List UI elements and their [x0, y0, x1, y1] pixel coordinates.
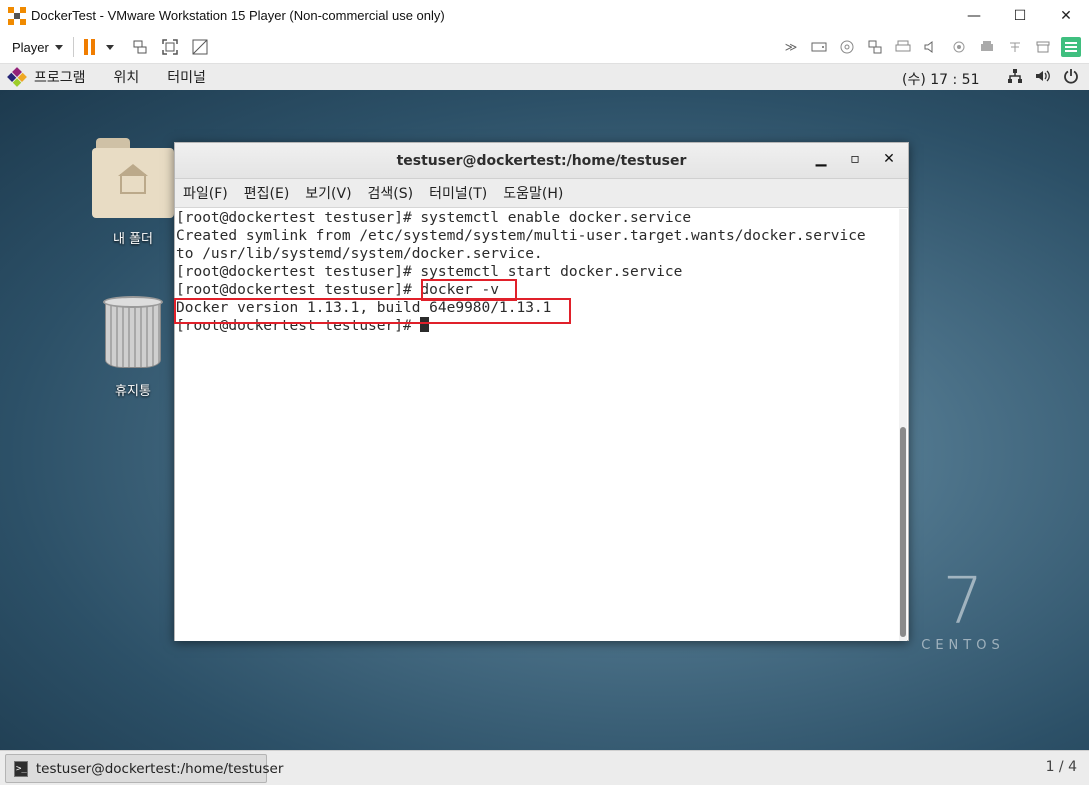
close-button[interactable]: ✕ — [1043, 0, 1089, 31]
trash-label: 휴지통 — [115, 384, 151, 399]
menu-search[interactable]: 검색(S) — [368, 183, 414, 203]
home-folder-label: 내 폴더 — [112, 232, 153, 247]
power-icon — [1063, 68, 1079, 88]
pause-dropdown-icon[interactable] — [101, 38, 119, 56]
terminal-maximize-button[interactable]: ▫ — [844, 151, 866, 167]
gnome-top-panel: 프로그램 위치 터미널 (수) 17 : 51 — [0, 63, 1089, 90]
terminal-title-bar[interactable]: testuser@dockertest:/home/testuser ▁ ▫ ✕ — [175, 143, 908, 179]
folder-icon — [92, 138, 174, 218]
home-folder-icon[interactable]: 내 폴더 — [88, 138, 178, 247]
window-title: DockerTest - VMware Workstation 15 Playe… — [31, 8, 445, 23]
terminal-app-menu[interactable]: 터미널 — [167, 67, 206, 87]
menu-view[interactable]: 보기(V) — [305, 183, 351, 203]
vmware-title-bar: DockerTest - VMware Workstation 15 Playe… — [0, 0, 1089, 31]
vmware-toolbar: Player ≫ — [0, 31, 1089, 63]
usb-printer-icon[interactable] — [977, 37, 997, 57]
minimize-button[interactable]: — — [951, 0, 997, 31]
player-label: Player — [12, 39, 49, 55]
highlight-output-box — [174, 298, 571, 324]
workspace-indicator[interactable]: 1 / 4 — [1046, 759, 1077, 775]
terminal-line: [root@dockertest testuser]# systemctl en… — [176, 210, 692, 226]
toolbar-divider — [72, 37, 74, 57]
taskbar-terminal-button[interactable]: >_ testuser@dockertest:/home/testuser — [5, 754, 283, 783]
centos-logo-icon — [7, 67, 27, 87]
printer-icon[interactable] — [893, 37, 913, 57]
terminal-line: Created symlink from /etc/systemd/system… — [176, 228, 866, 244]
network-adapter-icon[interactable] — [865, 37, 885, 57]
system-status-area[interactable] — [1007, 68, 1079, 88]
terminal-minimize-button[interactable]: ▁ — [810, 151, 832, 167]
centos-wordmark: CENTOS — [921, 638, 1005, 653]
terminal-line: [root@dockertest testuser]# docker -v — [176, 282, 500, 298]
volume-icon — [1035, 68, 1051, 88]
places-menu[interactable]: 위치 — [114, 67, 140, 87]
hard-disk-icon[interactable] — [809, 37, 829, 57]
terminal-icon: >_ — [14, 760, 28, 777]
terminal-window: testuser@dockertest:/home/testuser ▁ ▫ ✕… — [174, 142, 909, 641]
player-menu-button[interactable]: Player — [12, 40, 63, 55]
fullscreen-icon[interactable] — [161, 38, 179, 56]
vmware-logo-icon — [8, 6, 26, 25]
terminal-title: testuser@dockertest:/home/testuser — [396, 152, 687, 169]
centos-branding: 7 CENTOS — [918, 570, 1008, 653]
applications-label: 프로그램 — [34, 70, 86, 86]
terminal-close-button[interactable]: ✕ — [878, 151, 900, 167]
clock[interactable]: (수) 17 : 51 — [902, 69, 980, 89]
terminal-menubar: 파일(F) 편집(E) 보기(V) 검색(S) 터미널(T) 도움말(H) — [175, 179, 908, 208]
menu-help[interactable]: 도움말(H) — [503, 183, 563, 203]
terminal-line: to /usr/lib/systemd/system/docker.servic… — [176, 246, 543, 262]
cd-dvd-icon[interactable] — [837, 37, 857, 57]
menu-terminal[interactable]: 터미널(T) — [429, 183, 487, 203]
removable-device-icon[interactable] — [1033, 37, 1053, 57]
trash-desktop-icon[interactable]: 휴지통 — [88, 296, 178, 399]
taskbar-terminal-label: testuser@dockertest:/home/testuser — [35, 760, 284, 777]
send-ctrl-alt-del-icon[interactable] — [131, 38, 149, 56]
menu-edit[interactable]: 편집(E) — [244, 183, 290, 203]
sound-card-icon[interactable] — [921, 37, 941, 57]
dropdown-arrow-icon — [54, 44, 63, 50]
applications-menu[interactable]: 프로그램 — [7, 67, 104, 87]
expand-chevron-icon[interactable]: ≫ — [781, 37, 801, 57]
bottom-taskbar: >_ testuser@dockertest:/home/testuser 1 … — [0, 750, 1089, 785]
message-log-icon[interactable] — [1061, 37, 1081, 57]
scrollbar-thumb[interactable] — [900, 427, 906, 637]
network-icon — [1007, 68, 1023, 88]
terminal-line: [root@dockertest testuser]# systemctl st… — [176, 264, 683, 280]
centos-version-number: 7 — [942, 565, 984, 639]
unity-mode-icon[interactable] — [191, 38, 209, 56]
menu-file[interactable]: 파일(F) — [183, 183, 228, 203]
maximize-button[interactable]: ☐ — [997, 0, 1043, 31]
pause-icon[interactable] — [83, 39, 95, 55]
trash-icon — [103, 296, 163, 370]
terminal-output[interactable]: [root@dockertest testuser]# systemctl en… — [174, 209, 901, 641]
terminal-scrollbar[interactable] — [899, 209, 907, 641]
usb-device-icon[interactable] — [1005, 37, 1025, 57]
camera-icon[interactable] — [949, 37, 969, 57]
